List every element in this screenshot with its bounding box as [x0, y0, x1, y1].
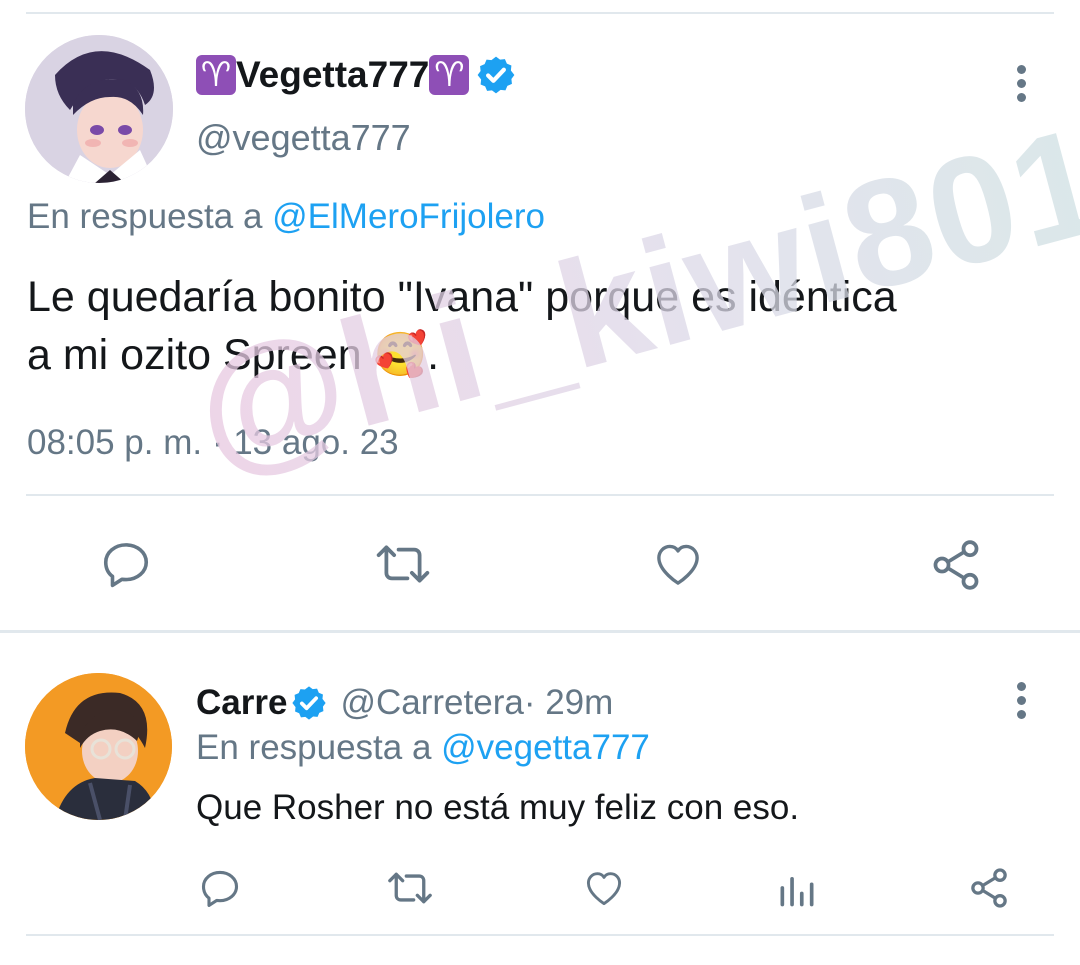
like-icon[interactable] [650, 537, 706, 591]
tweet-timestamp[interactable]: 08:05 p. m. · 13 ago. 23 [27, 423, 399, 463]
reply-context: En respuesta a @ElMeroFrijolero [27, 197, 545, 237]
more-options-icon[interactable] [1006, 680, 1036, 722]
display-name[interactable]: Carre [196, 683, 287, 723]
main-name-line: ♈ Vegetta777 ♈ [196, 52, 517, 98]
avatar-carretera[interactable] [25, 673, 172, 820]
top-divider [26, 12, 1054, 14]
more-options-icon[interactable] [1006, 63, 1036, 105]
action-divider [26, 494, 1054, 496]
tweet-text: Le quedaría bonito "Ivana" porque es idé… [27, 268, 897, 384]
reply-text: Que Rosher no está muy feliz con eso. [196, 788, 800, 827]
reply-name-line: Carre @Carretera · 29m [196, 682, 613, 724]
avatar-vegetta777[interactable] [25, 35, 173, 183]
tweet-text-line2: a mi ozito Spreen 🥰. [27, 331, 440, 379]
retweet-icon[interactable] [384, 866, 436, 910]
handle[interactable]: @vegetta777 [196, 117, 411, 159]
reply-context: En respuesta a @vegetta777 [196, 728, 650, 768]
display-name[interactable]: Vegetta777 [236, 54, 429, 96]
reply-mention-link[interactable]: @ElMeroFrijolero [272, 197, 545, 236]
verified-icon [292, 686, 327, 720]
analytics-icon[interactable] [775, 866, 819, 910]
share-icon[interactable] [928, 537, 984, 593]
like-icon[interactable] [581, 866, 627, 910]
relative-time: · 29m [523, 683, 614, 722]
retweet-icon[interactable] [372, 537, 434, 591]
reply-prefix: En respuesta a [196, 728, 442, 767]
tweet-text-line1: Le quedaría bonito "Ivana" porque es idé… [27, 273, 897, 321]
reply-icon[interactable] [198, 866, 242, 910]
reply-mention-link[interactable]: @vegetta777 [441, 728, 650, 767]
aries-emoji: ♈ [429, 55, 470, 95]
aries-emoji: ♈ [196, 55, 236, 95]
reply-prefix: En respuesta a [27, 197, 273, 236]
smiling-face-hearts-emoji: 🥰 [373, 331, 428, 379]
share-icon[interactable] [967, 866, 1011, 910]
bottom-divider [26, 934, 1054, 936]
tweet-separator [0, 630, 1080, 633]
reply-icon[interactable] [99, 537, 153, 591]
verified-icon [477, 56, 515, 94]
handle[interactable]: @Carretera [340, 683, 523, 723]
